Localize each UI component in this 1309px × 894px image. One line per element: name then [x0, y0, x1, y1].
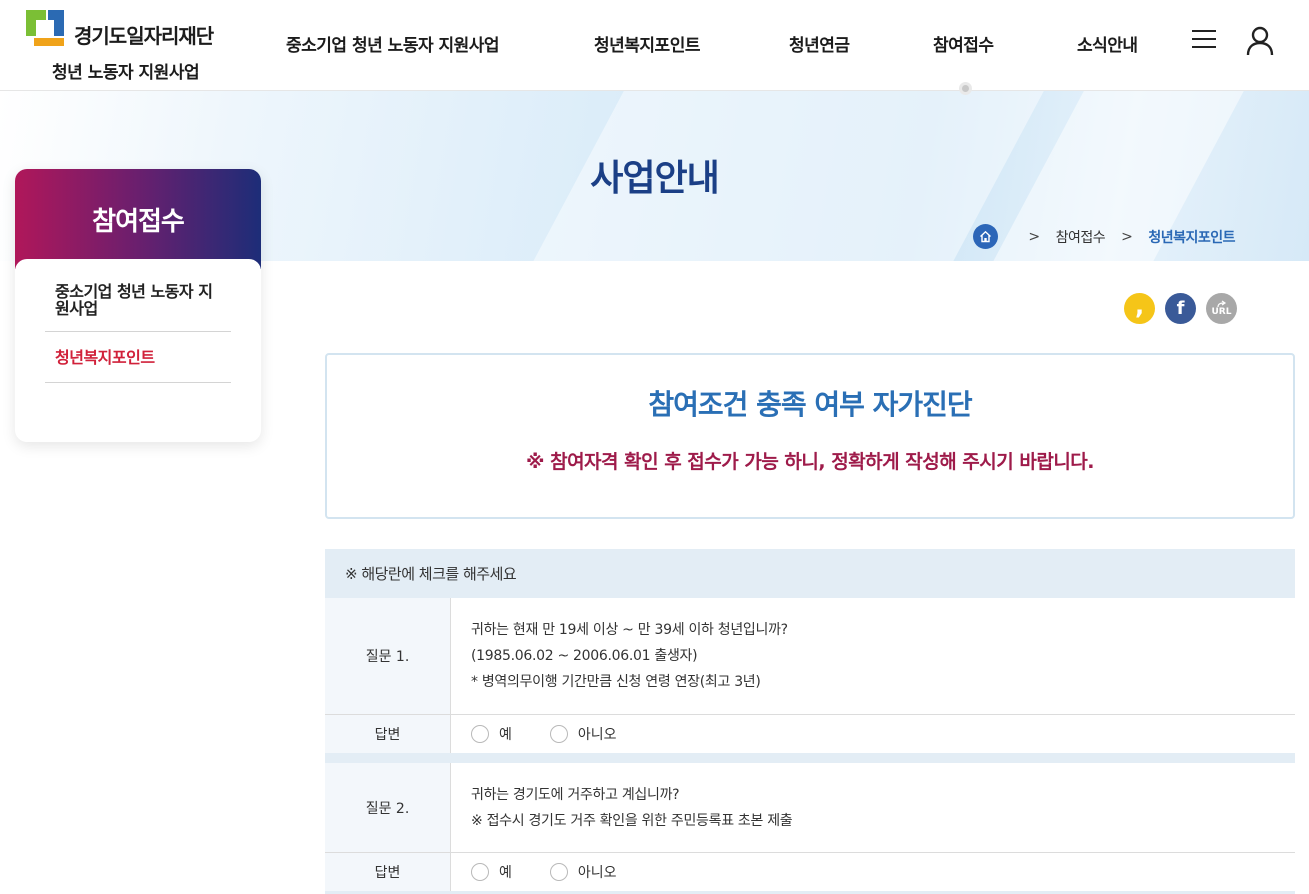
answer-options: 예 아니오: [451, 715, 1295, 753]
answer-label: 답변: [325, 853, 451, 891]
logo-mark-icon: [26, 10, 64, 46]
hamburger-menu-icon[interactable]: [1192, 29, 1216, 49]
radio-circle-icon[interactable]: [549, 725, 568, 743]
url-label: URL: [1211, 307, 1232, 317]
share-buttons: , f URL: [1124, 293, 1237, 324]
nav-item-sme-youth[interactable]: 중소기업 청년 노동자 지원사업: [286, 31, 500, 56]
breadcrumb-home[interactable]: [973, 224, 999, 249]
answer-options: 예 아니오: [451, 853, 1295, 891]
site-logo[interactable]: 경기도일자리재단 청년 노동자 지원사업: [24, 6, 234, 86]
answer-row: 답변 예 아니오: [325, 715, 1295, 753]
nav-item-news[interactable]: 소식안내: [1077, 31, 1138, 56]
radio-label: 예: [499, 865, 512, 881]
breadcrumb-current[interactable]: 청년복지포인트: [1148, 227, 1235, 247]
self-check-notice: 참여조건 충족 여부 자가진단 ※ 참여자격 확인 후 접수가 가능 하니, 정…: [325, 353, 1295, 519]
facebook-share-button[interactable]: f: [1165, 293, 1196, 324]
q2-no-radio[interactable]: 아니오: [549, 862, 617, 882]
question-label: 질문 1.: [325, 598, 451, 714]
kakao-share-button[interactable]: ,: [1124, 293, 1155, 324]
question-row: 질문 2. 귀하는 경기도에 거주하고 계십니까? ※ 접수시 경기도 거주 확…: [325, 763, 1295, 853]
question-text: 귀하는 현재 만 19세 이상 ~ 만 39세 이하 청년입니까? (1985.…: [451, 598, 1295, 714]
chevron-right-icon: >: [1028, 228, 1040, 245]
user-icon[interactable]: [1246, 26, 1274, 56]
q1-yes-radio[interactable]: 예: [471, 724, 512, 744]
breadcrumb-item[interactable]: 참여접수: [1056, 227, 1106, 247]
row-separator: [325, 753, 1295, 763]
radio-label: 아니오: [577, 865, 617, 881]
nav-active-indicator-dot: [959, 82, 972, 95]
sidebar-title: 참여접수: [92, 207, 185, 237]
sidebar-item-welfare-point[interactable]: 청년복지포인트: [45, 332, 231, 383]
breadcrumb: > 참여접수 > 청년복지포인트: [973, 224, 1235, 249]
eligibility-form: ※ 해당란에 체크를 해주세요 질문 1. 귀하는 현재 만 19세 이상 ~ …: [325, 549, 1295, 894]
answer-row: 답변 예 아니오: [325, 853, 1295, 891]
site-name: 청년 노동자 지원사업: [52, 63, 200, 83]
question-line: 귀하는 현재 만 19세 이상 ~ 만 39세 이하 청년입니까?: [471, 622, 788, 638]
site-header: 경기도일자리재단 청년 노동자 지원사업 중소기업 청년 노동자 지원사업 청년…: [0, 0, 1309, 91]
radio-label: 아니오: [577, 727, 617, 743]
question-line: * 병역의무이행 기간만큼 신청 연령 연장(최고 3년): [471, 674, 761, 690]
nav-item-welfare-point[interactable]: 청년복지포인트: [594, 31, 700, 56]
q2-yes-radio[interactable]: 예: [471, 862, 512, 882]
home-icon: [980, 230, 992, 243]
question-row: 질문 1. 귀하는 현재 만 19세 이상 ~ 만 39세 이하 청년입니까? …: [325, 598, 1295, 715]
notice-title: 참여조건 충족 여부 자가진단: [648, 388, 972, 421]
notice-warning: ※ 참여자격 확인 후 접수가 가능 하니, 정확하게 작성해 주시기 바랍니다…: [526, 451, 1095, 473]
sidebar: 참여접수 중소기업 청년 노동자 지원사업 청년복지포인트: [15, 169, 261, 442]
radio-label: 예: [499, 727, 512, 743]
nav-item-application[interactable]: 참여접수: [933, 31, 994, 56]
question-line: 귀하는 경기도에 거주하고 계십니까?: [471, 786, 680, 803]
question-line: ※ 접수시 경기도 거주 확인을 위한 주민등록표 초본 제출: [471, 812, 793, 829]
kakao-icon: ,: [1134, 291, 1145, 320]
q1-no-radio[interactable]: 아니오: [549, 724, 617, 744]
question-line: (1985.06.02 ~ 2006.06.01 출생자): [471, 648, 698, 664]
nav-item-youth-pension[interactable]: 청년연금: [789, 31, 850, 56]
question-text: 귀하는 경기도에 거주하고 계십니까? ※ 접수시 경기도 거주 확인을 위한 …: [451, 763, 1295, 852]
answer-label: 답변: [325, 715, 451, 753]
chevron-right-icon: >: [1121, 228, 1133, 245]
facebook-icon: f: [1176, 298, 1185, 319]
radio-circle-icon[interactable]: [549, 863, 568, 881]
radio-circle-icon[interactable]: [471, 725, 489, 743]
url-copy-button[interactable]: URL: [1206, 293, 1237, 324]
radio-circle-icon[interactable]: [471, 863, 489, 881]
sidebar-header: 참여접수: [15, 169, 261, 269]
question-label: 질문 2.: [325, 763, 451, 852]
org-name: 경기도일자리재단: [74, 24, 214, 48]
form-instruction: ※ 해당란에 체크를 해주세요: [325, 549, 1295, 598]
sidebar-item-sme-youth[interactable]: 중소기업 청년 노동자 지원사업: [45, 259, 231, 332]
sidebar-menu: 중소기업 청년 노동자 지원사업 청년복지포인트: [15, 259, 261, 442]
